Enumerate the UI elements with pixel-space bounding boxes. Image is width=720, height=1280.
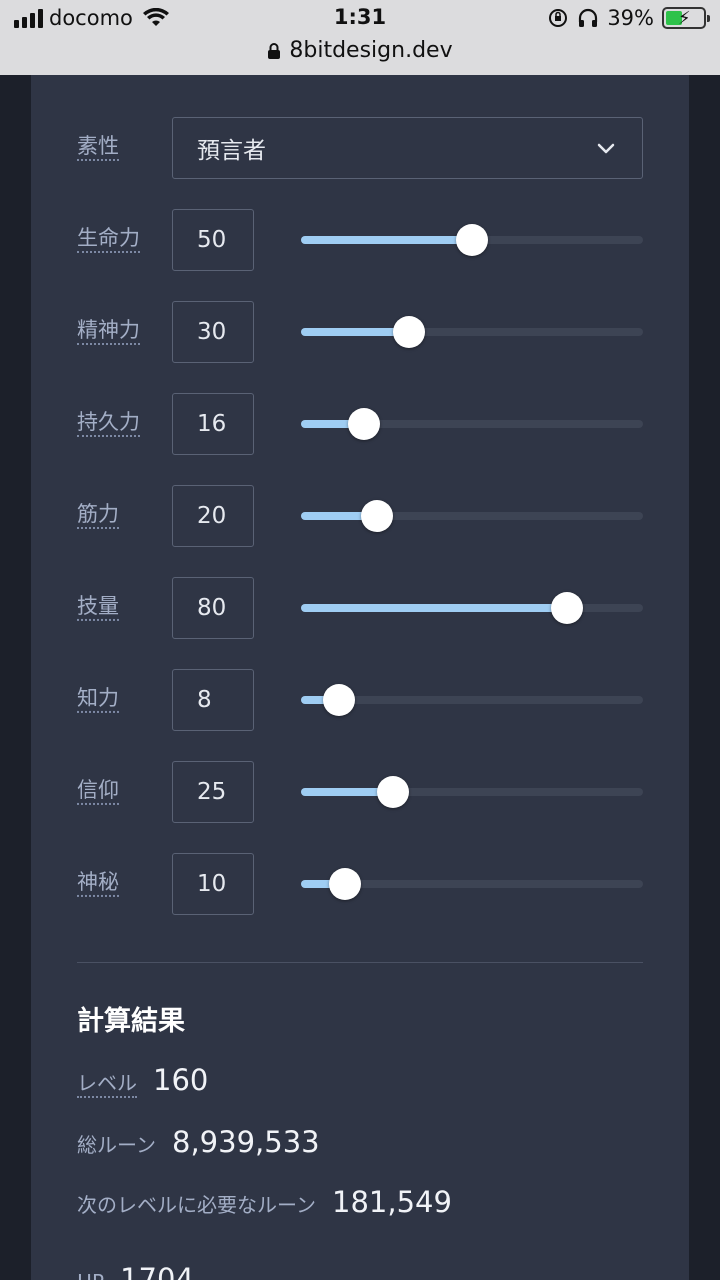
slider-thumb[interactable] (550, 592, 583, 624)
stat-slider[interactable] (301, 592, 643, 624)
stat-value-input[interactable]: 8 (172, 669, 254, 731)
stat-slider[interactable] (301, 316, 643, 348)
lock-icon (268, 42, 281, 59)
stat-row: 知力 8 (77, 669, 643, 731)
stat-label: 生命力 (77, 226, 140, 254)
hp-value: 1704 (120, 1262, 194, 1280)
address-bar[interactable]: 8bitdesign.dev (0, 38, 720, 63)
stat-value-input[interactable]: 30 (172, 301, 254, 363)
slider-thumb[interactable] (392, 316, 425, 348)
result-hp: HP 1704 (77, 1262, 194, 1280)
result-total-runes: 総ルーン 8,939,533 (77, 1125, 320, 1159)
slider-thumb[interactable] (456, 224, 488, 256)
stat-label: 精神力 (77, 318, 140, 346)
stat-slider[interactable] (301, 776, 643, 808)
browser-top-bar: docomo 1:31 39% ⚡ 8bitdesign.dev (0, 0, 720, 75)
calculator-panel: 素性 預言者 生命力 50 精神力 30 持久力 16 筋力 20 技量 80 知力 8 信仰 25 神秘 1… (31, 75, 689, 1280)
stat-label: 技量 (77, 594, 119, 622)
stat-row: 技量 80 (77, 577, 643, 639)
stat-value-input[interactable]: 20 (172, 485, 254, 547)
stat-slider[interactable] (301, 500, 643, 532)
battery-percent: 39% (607, 6, 654, 30)
stat-value-input[interactable]: 16 (172, 393, 254, 455)
stat-value-input[interactable]: 80 (172, 577, 254, 639)
slider-thumb[interactable] (361, 500, 394, 532)
total-runes-value: 8,939,533 (172, 1125, 320, 1159)
section-divider (77, 962, 643, 963)
origin-label: 素性 (77, 134, 119, 162)
result-level: レベル 160 (77, 1063, 208, 1098)
result-next-runes: 次のレベルに必要なルーン 181,549 (77, 1185, 452, 1219)
stat-slider[interactable] (301, 684, 643, 716)
stat-label: 筋力 (77, 502, 119, 530)
slider-fill (301, 604, 567, 612)
slider-thumb[interactable] (376, 776, 409, 808)
origin-row: 素性 預言者 (77, 117, 643, 179)
hp-label: HP (77, 1270, 104, 1280)
origin-select[interactable]: 預言者 (172, 117, 643, 179)
url-text: 8bitdesign.dev (289, 38, 453, 63)
origin-select-value: 預言者 (197, 138, 266, 164)
stat-label: 信仰 (77, 778, 119, 806)
stat-value-input[interactable]: 50 (172, 209, 254, 271)
level-value: 160 (153, 1063, 209, 1097)
slider-fill (301, 236, 472, 244)
next-runes-value: 181,549 (332, 1185, 452, 1219)
stat-row: 精神力 30 (77, 301, 643, 363)
stat-row: 信仰 25 (77, 761, 643, 823)
total-runes-label: 総ルーン (77, 1133, 156, 1157)
stat-value-input[interactable]: 25 (172, 761, 254, 823)
next-runes-label: 次のレベルに必要なルーン (77, 1193, 316, 1217)
stat-label: 持久力 (77, 410, 140, 438)
chevron-down-icon (597, 143, 615, 154)
level-label: レベル (77, 1067, 137, 1098)
slider-thumb[interactable] (348, 408, 381, 440)
slider-thumb[interactable] (329, 868, 362, 900)
stat-row: 生命力 50 (77, 209, 643, 271)
stat-row: 筋力 20 (77, 485, 643, 547)
stat-slider[interactable] (301, 868, 643, 900)
stat-row: 神秘 10 (77, 853, 643, 915)
stat-label: 知力 (77, 686, 119, 714)
slider-thumb[interactable] (323, 684, 356, 716)
orientation-lock-icon (549, 9, 568, 27)
stat-value-input[interactable]: 10 (172, 853, 254, 915)
stat-slider[interactable] (301, 408, 643, 440)
stat-row: 持久力 16 (77, 393, 643, 455)
stat-label: 神秘 (77, 870, 119, 898)
status-right: 39% ⚡ (547, 6, 710, 30)
headphones-icon (579, 8, 598, 27)
battery-icon: ⚡ (662, 7, 710, 29)
results-title: 計算結果 (77, 1006, 185, 1037)
stat-slider[interactable] (301, 224, 643, 256)
